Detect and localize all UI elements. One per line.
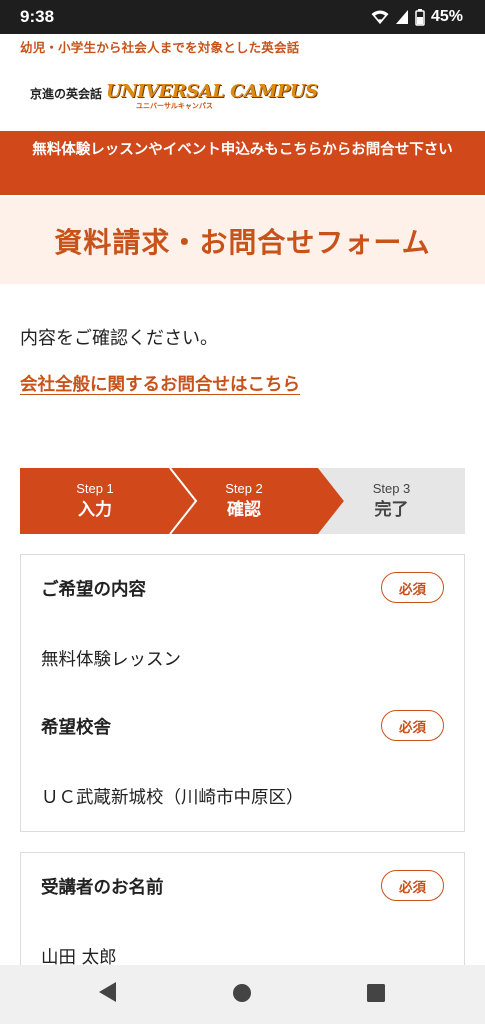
page-content: 幼児・小学生から社会人までを対象とした英会話 京進の英会話 UNIVERSAL …	[0, 34, 485, 965]
signal-icon	[395, 10, 408, 24]
page-title: 資料請求・お問合せフォーム	[54, 225, 431, 259]
field-value-course: 無料体験レッスン	[41, 650, 181, 670]
status-time: 9:38	[20, 7, 55, 26]
step-1-label: 入力	[78, 500, 112, 520]
step-3-number: Step 3	[372, 481, 411, 496]
recents-icon[interactable]	[367, 984, 385, 1002]
status-icons: 45%	[371, 8, 463, 26]
field-label-name: 受講者のお名前	[41, 878, 164, 898]
company-inquiry-link[interactable]: 会社全般に関するお問合せはこちら	[20, 371, 300, 396]
battery-percent: 45%	[430, 8, 463, 25]
logo-jp-text: 京進の英会話	[30, 87, 103, 101]
home-icon[interactable]	[232, 983, 252, 1003]
step-indicator: Step 1 入力 Step 2 確認 Step 3 完了	[20, 468, 465, 534]
field-label-course: ご希望の内容	[41, 580, 146, 600]
required-badge: 必須	[381, 572, 444, 603]
logo-kana-text: ユニバーサルキャンパス	[136, 102, 213, 110]
step-1: Step 1 入力	[20, 468, 170, 534]
system-nav-bar	[0, 965, 485, 1024]
field-label-school: 希望校舎	[41, 718, 111, 738]
logo-uc: UNIVERSAL CAMPUS ユニバーサルキャンパス	[106, 82, 318, 111]
form-card-course: ご希望の内容 必須 無料体験レッスン 希望校舎 必須 ＵＣ武蔵新城校（川崎市中原…	[20, 554, 465, 832]
form-card-name: 受講者のお名前 必須 山田 太郎	[20, 852, 465, 965]
confirm-instruction: 内容をご確認ください。	[20, 328, 218, 349]
field-value-name: 山田 太郎	[41, 948, 117, 965]
contact-banner[interactable]: 無料体験レッスンやイベント申込みもこちらからお問合せ下さい	[0, 131, 485, 195]
step-2: Step 2 確認	[170, 468, 318, 534]
required-badge: 必須	[381, 870, 444, 901]
site-logo[interactable]: 京進の英会話 UNIVERSAL CAMPUS ユニバーサルキャンパス	[30, 75, 318, 111]
field-value-school: ＵＣ武蔵新城校（川崎市中原区）	[41, 788, 304, 808]
step-2-number: Step 2	[225, 481, 263, 496]
step-1-number: Step 1	[76, 481, 114, 496]
step-3: Step 3 完了	[318, 468, 465, 534]
battery-icon	[415, 8, 425, 26]
page-title-box: 資料請求・お問合せフォーム	[0, 197, 485, 284]
header-tagline: 幼児・小学生から社会人までを対象とした英会話	[20, 40, 300, 55]
back-icon[interactable]	[98, 981, 118, 1003]
step-2-label: 確認	[227, 500, 261, 520]
status-bar: 9:38 45%	[0, 0, 485, 34]
wifi-icon	[371, 10, 389, 24]
logo-en-text: UNIVERSAL CAMPUS	[106, 81, 318, 102]
required-badge: 必須	[381, 710, 444, 741]
step-3-label: 完了	[374, 500, 409, 520]
